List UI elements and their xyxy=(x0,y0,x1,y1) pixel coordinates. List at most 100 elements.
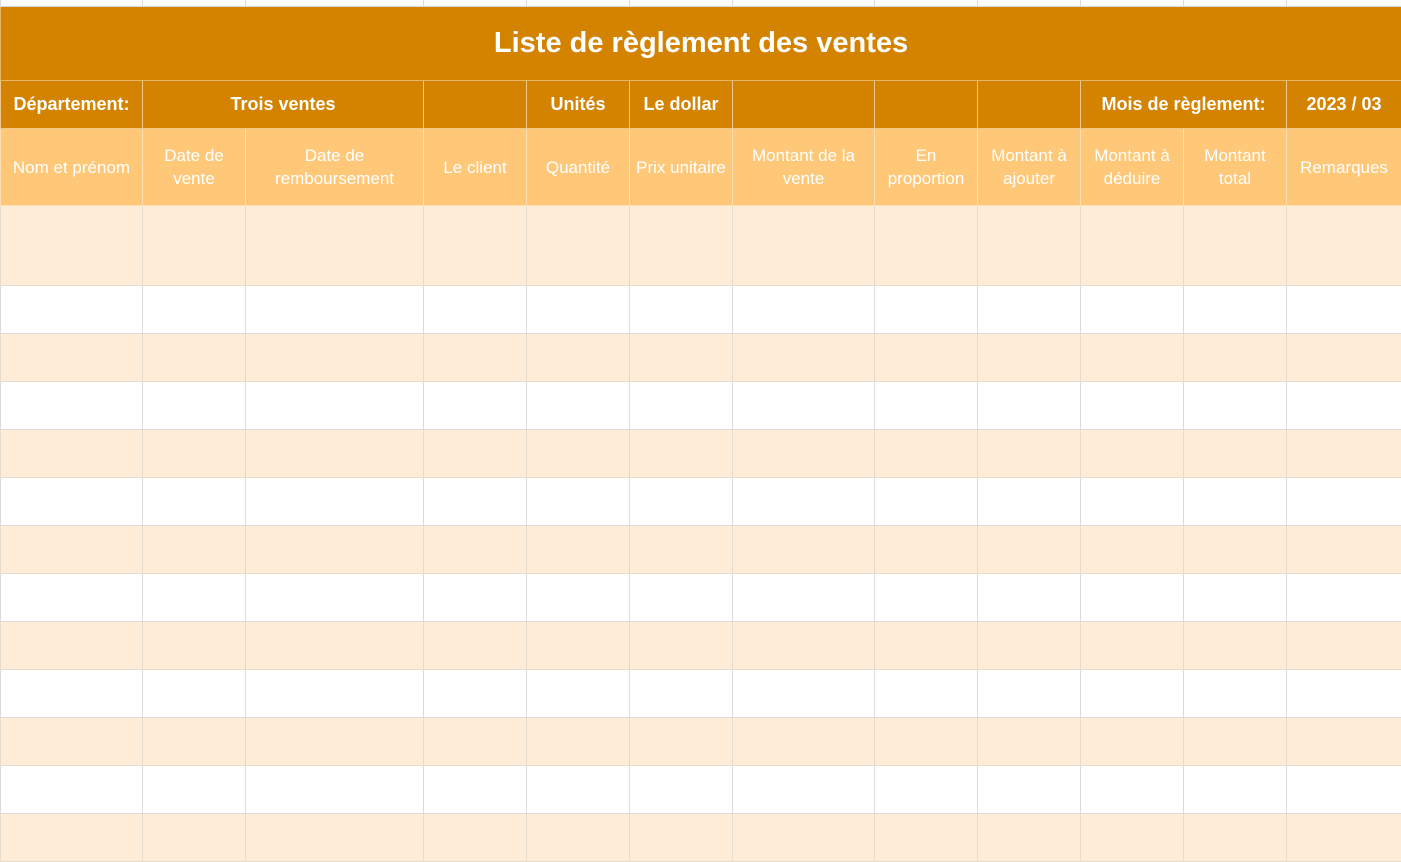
cell[interactable] xyxy=(978,670,1081,718)
cell[interactable] xyxy=(875,526,978,574)
cell[interactable] xyxy=(1287,478,1401,526)
cell[interactable] xyxy=(424,334,527,382)
cell[interactable] xyxy=(527,478,630,526)
cell[interactable] xyxy=(246,766,424,814)
col-header-unit-price[interactable]: Prix unitaire xyxy=(630,129,733,206)
cell[interactable] xyxy=(1,718,143,766)
cell[interactable] xyxy=(246,334,424,382)
cell[interactable] xyxy=(630,382,733,430)
cell[interactable] xyxy=(1081,622,1184,670)
cell[interactable] xyxy=(1184,206,1287,286)
cell[interactable] xyxy=(1287,622,1401,670)
cell[interactable] xyxy=(630,206,733,286)
cell[interactable] xyxy=(143,382,246,430)
cell[interactable] xyxy=(143,766,246,814)
cell[interactable] xyxy=(1287,670,1401,718)
cell[interactable] xyxy=(424,766,527,814)
col-header-client[interactable]: Le client xyxy=(424,129,527,206)
cell[interactable] xyxy=(630,286,733,334)
cell[interactable] xyxy=(424,526,527,574)
cell[interactable] xyxy=(424,718,527,766)
cell[interactable] xyxy=(1,478,143,526)
cell[interactable] xyxy=(1287,526,1401,574)
month-label[interactable]: Mois de règlement: xyxy=(1081,81,1287,129)
cell[interactable] xyxy=(246,478,424,526)
cell[interactable] xyxy=(875,430,978,478)
sheet-title[interactable]: Liste de règlement des ventes xyxy=(1,7,1401,81)
cell[interactable] xyxy=(733,334,875,382)
cell[interactable] xyxy=(143,206,246,286)
cell[interactable] xyxy=(733,718,875,766)
cell[interactable] xyxy=(527,206,630,286)
cell[interactable] xyxy=(143,670,246,718)
cell[interactable] xyxy=(978,622,1081,670)
cell[interactable] xyxy=(246,286,424,334)
department-value[interactable]: Trois ventes xyxy=(143,81,424,129)
cell[interactable] xyxy=(630,334,733,382)
cell[interactable] xyxy=(875,622,978,670)
cell[interactable] xyxy=(1081,574,1184,622)
cell[interactable] xyxy=(246,718,424,766)
cell[interactable] xyxy=(630,718,733,766)
cell[interactable] xyxy=(1184,430,1287,478)
cell[interactable] xyxy=(1,382,143,430)
col-header-amount-deduct[interactable]: Montant à déduire xyxy=(1081,129,1184,206)
cell[interactable] xyxy=(1081,670,1184,718)
cell[interactable] xyxy=(733,574,875,622)
cell[interactable] xyxy=(1,526,143,574)
cell[interactable] xyxy=(1081,206,1184,286)
cell[interactable] xyxy=(733,478,875,526)
cell[interactable] xyxy=(424,430,527,478)
col-header-sale-amount[interactable]: Montant de la vente xyxy=(733,129,875,206)
cell[interactable] xyxy=(246,574,424,622)
cell[interactable] xyxy=(733,622,875,670)
cell[interactable] xyxy=(630,430,733,478)
cell[interactable] xyxy=(527,766,630,814)
cell[interactable] xyxy=(978,574,1081,622)
cell[interactable] xyxy=(1184,478,1287,526)
cell[interactable] xyxy=(733,286,875,334)
cell[interactable] xyxy=(1287,574,1401,622)
cell[interactable] xyxy=(424,81,527,129)
cell[interactable] xyxy=(143,574,246,622)
cell[interactable] xyxy=(733,814,875,862)
cell[interactable] xyxy=(630,814,733,862)
cell[interactable] xyxy=(1287,718,1401,766)
cell[interactable] xyxy=(1184,814,1287,862)
cell[interactable] xyxy=(1,286,143,334)
month-value[interactable]: 2023 / 03 xyxy=(1287,81,1401,129)
cell[interactable] xyxy=(143,718,246,766)
cell[interactable] xyxy=(1,622,143,670)
col-header-name[interactable]: Nom et prénom xyxy=(1,129,143,206)
cell[interactable] xyxy=(424,206,527,286)
cell[interactable] xyxy=(875,814,978,862)
cell[interactable] xyxy=(733,766,875,814)
cell[interactable] xyxy=(978,526,1081,574)
cell[interactable] xyxy=(875,670,978,718)
col-header-total[interactable]: Montant total xyxy=(1184,129,1287,206)
cell[interactable] xyxy=(1,814,143,862)
cell[interactable] xyxy=(630,526,733,574)
cell[interactable] xyxy=(1,334,143,382)
department-label[interactable]: Département: xyxy=(1,81,143,129)
cell[interactable] xyxy=(978,766,1081,814)
cell[interactable] xyxy=(1081,766,1184,814)
cell[interactable] xyxy=(875,286,978,334)
col-header-sale-date[interactable]: Date de vente xyxy=(143,129,246,206)
cell[interactable] xyxy=(1184,766,1287,814)
cell[interactable] xyxy=(875,574,978,622)
cell[interactable] xyxy=(527,718,630,766)
cell[interactable] xyxy=(733,526,875,574)
col-header-amount-add[interactable]: Montant à ajouter xyxy=(978,129,1081,206)
cell[interactable] xyxy=(875,206,978,286)
cell[interactable] xyxy=(875,334,978,382)
cell[interactable] xyxy=(143,286,246,334)
units-value[interactable]: Le dollar xyxy=(630,81,733,129)
cell[interactable] xyxy=(246,526,424,574)
cell[interactable] xyxy=(1081,478,1184,526)
cell[interactable] xyxy=(246,206,424,286)
cell[interactable] xyxy=(733,382,875,430)
cell[interactable] xyxy=(1287,382,1401,430)
cell[interactable] xyxy=(978,334,1081,382)
cell[interactable] xyxy=(1,574,143,622)
